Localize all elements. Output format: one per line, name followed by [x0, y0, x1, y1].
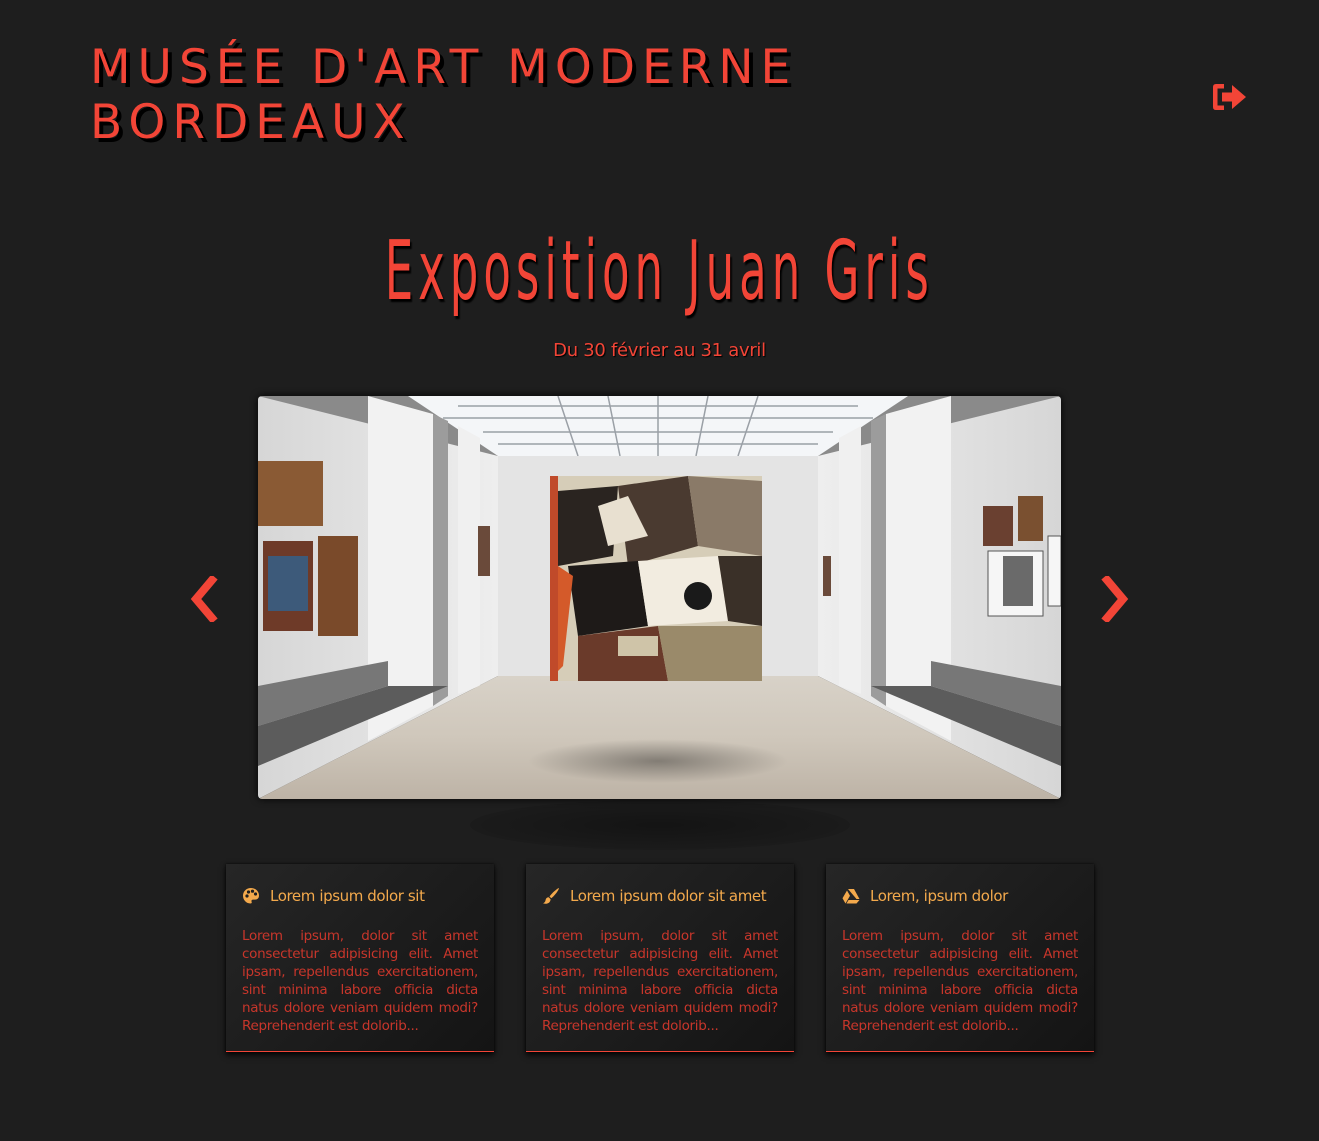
- card-title: Lorem, ipsum dolor: [870, 887, 1008, 905]
- site-title: MUSÉE D'ART MODERNE BORDEAUX: [90, 40, 797, 150]
- card-text: Lorem ipsum, dolor sit amet consectetur …: [542, 928, 778, 1034]
- sign-out-icon: [1213, 84, 1246, 110]
- logout-button[interactable]: [1210, 80, 1250, 114]
- carousel-prev-button[interactable]: [188, 574, 222, 624]
- card-title: Lorem ipsum dolor sit: [270, 887, 425, 905]
- exhibition-dates: Du 30 février au 31 avril: [553, 340, 766, 361]
- card-header: Lorem, ipsum dolor: [842, 884, 1078, 908]
- paint-brush-icon: [543, 888, 559, 904]
- card-header: Lorem ipsum dolor sit: [242, 884, 478, 908]
- chevron-right-icon: [1101, 574, 1129, 624]
- carousel-next-button[interactable]: [1097, 574, 1131, 624]
- site-title-line-2: BORDEAUX: [90, 95, 412, 150]
- carousel-shadow: [470, 800, 850, 850]
- exhibition-title: Exposition Juan Gris: [384, 224, 934, 319]
- carousel-slide: [258, 396, 1061, 799]
- card-text: Lorem ipsum, dolor sit amet consectetur …: [242, 928, 478, 1034]
- site-title-line-1: MUSÉE D'ART MODERNE: [90, 40, 798, 95]
- card-header: Lorem ipsum dolor sit amet: [542, 884, 778, 908]
- google-drive-icon: [842, 889, 860, 904]
- feature-card: Lorem ipsum dolor sit amet Lorem ipsum, …: [526, 864, 794, 1052]
- gallery-image: [258, 396, 1061, 799]
- feature-card: Lorem, ipsum dolor Lorem ipsum, dolor si…: [826, 864, 1094, 1052]
- palette-icon: [243, 888, 259, 904]
- chevron-left-icon: [190, 574, 218, 624]
- feature-card: Lorem ipsum dolor sit Lorem ipsum, dolor…: [226, 864, 494, 1052]
- card-title: Lorem ipsum dolor sit amet: [570, 887, 767, 905]
- card-text: Lorem ipsum, dolor sit amet consectetur …: [842, 928, 1078, 1034]
